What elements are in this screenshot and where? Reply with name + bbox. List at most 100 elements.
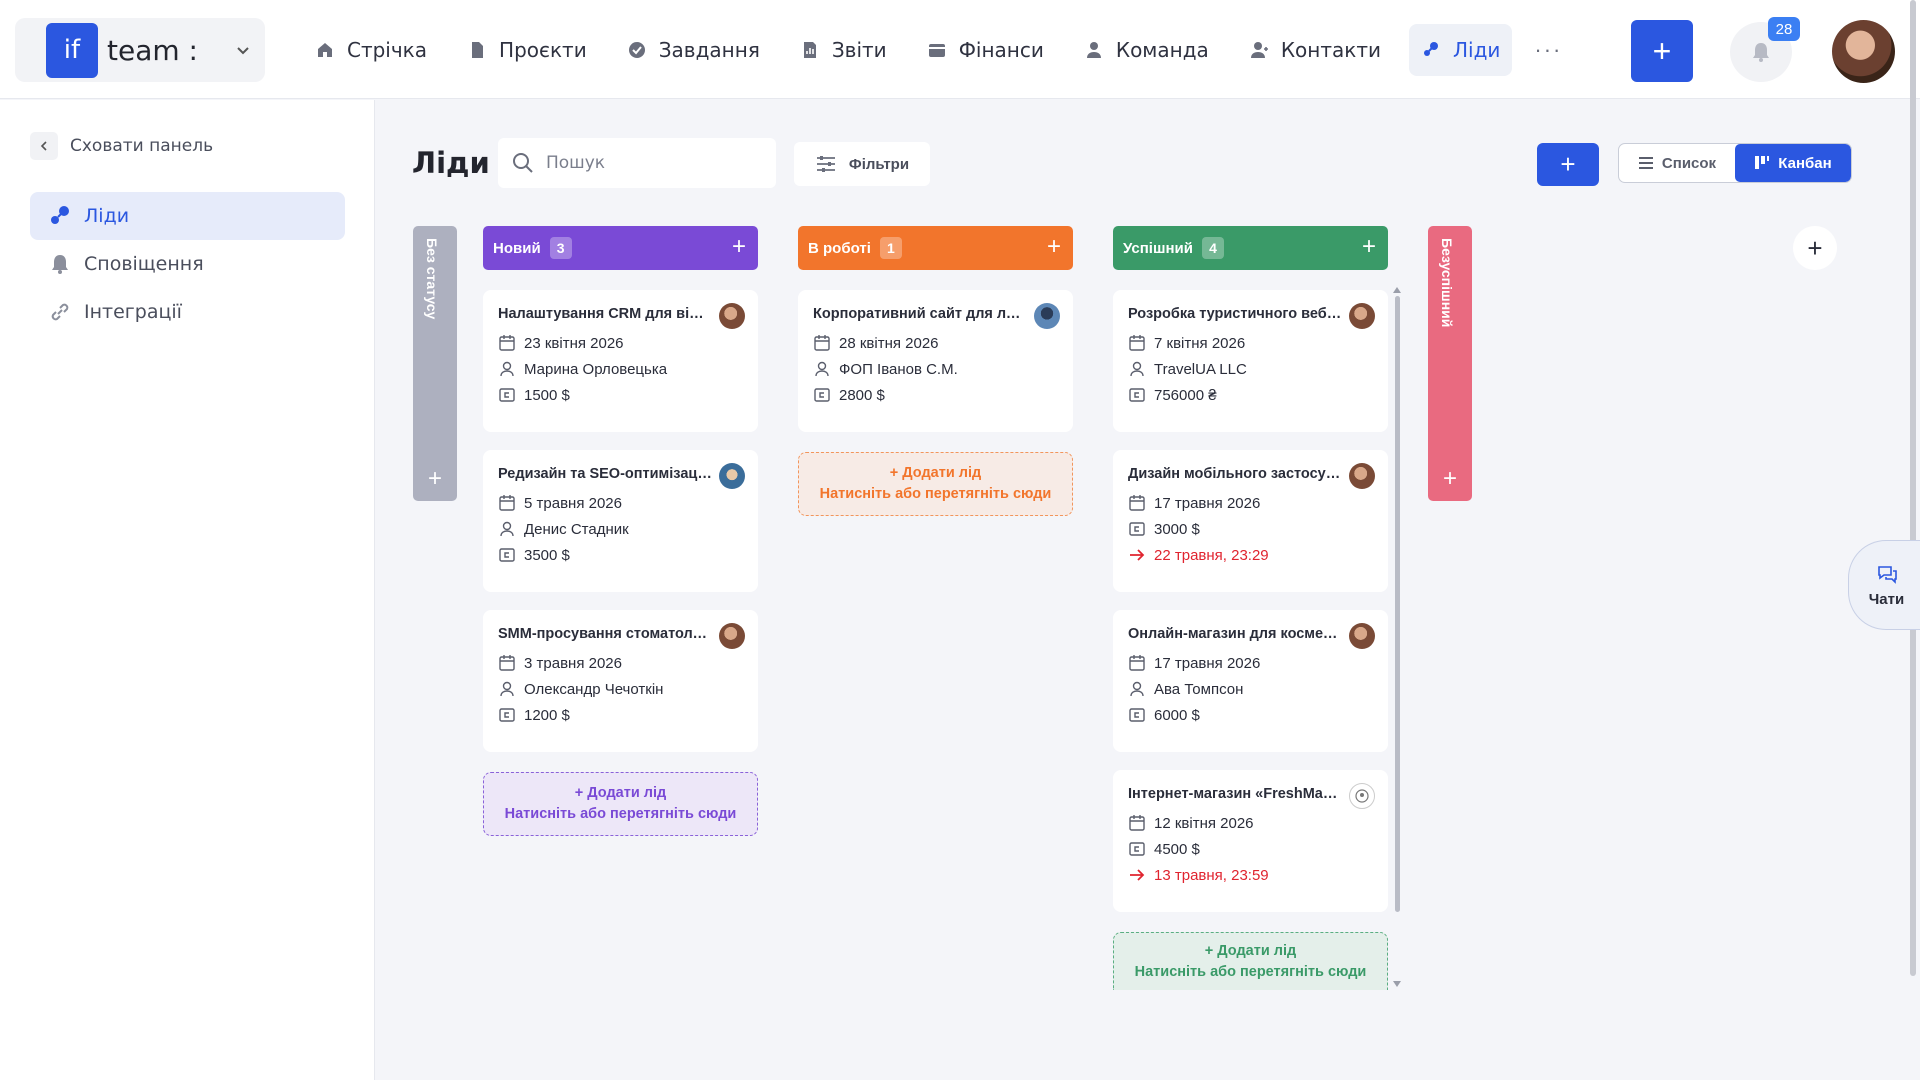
avatar bbox=[719, 303, 745, 329]
calendar-icon bbox=[1129, 495, 1145, 511]
lead-card[interactable]: Дизайн мобільного застосунку 17 травня 2… bbox=[1113, 450, 1388, 592]
add-lead-dropzone[interactable]: + Додати лід Натисніть або перетягніть с… bbox=[1113, 932, 1388, 990]
avatar bbox=[1349, 783, 1375, 809]
lead-amount: 3000 $ bbox=[1128, 520, 1200, 538]
user-icon bbox=[815, 361, 829, 377]
filters-button[interactable]: Фільтри bbox=[794, 142, 930, 186]
nav-item-label: Завдання bbox=[658, 38, 760, 62]
nav-item-projects[interactable]: Проєкти bbox=[455, 24, 599, 76]
bell-icon bbox=[1753, 43, 1769, 62]
lead-amount: 1500 $ bbox=[498, 386, 570, 404]
more-nav-button[interactable]: ··· bbox=[1534, 37, 1562, 63]
wallet-icon bbox=[1129, 522, 1145, 536]
column-scrollbar[interactable] bbox=[1395, 296, 1400, 912]
add-lead-button[interactable]: + bbox=[1428, 465, 1472, 493]
column-label: В роботі bbox=[808, 239, 871, 257]
lead-card[interactable]: Розробка туристичного веб-порталу 7 квіт… bbox=[1113, 290, 1388, 432]
list-view-button[interactable]: Список bbox=[1619, 144, 1735, 182]
add-lead-button[interactable]: + bbox=[1362, 235, 1376, 259]
kanban-view-button[interactable]: Канбан bbox=[1735, 144, 1851, 182]
avatar bbox=[1034, 303, 1060, 329]
wallet-icon bbox=[1129, 388, 1145, 402]
lead-date: 23 квітня 2026 bbox=[498, 334, 624, 352]
sidebar-item-notifications[interactable]: Сповіщення bbox=[30, 240, 345, 288]
nav-item-tasks[interactable]: Завдання bbox=[615, 24, 772, 76]
nav-item-label: Контакти bbox=[1280, 38, 1381, 62]
page-scrollbar[interactable] bbox=[1910, 0, 1916, 976]
lead-card[interactable]: Редизайн та SEO-оптимізація сайту 5 трав… bbox=[483, 450, 758, 592]
sidebar-item-integrations[interactable]: Інтеграції bbox=[30, 288, 345, 336]
lead-contact: Олександр Чечоткін bbox=[498, 680, 663, 698]
lead-title: Корпоративний сайт для логістичної компа… bbox=[813, 306, 1027, 322]
column-header-new: Новий 3 + bbox=[483, 226, 758, 270]
nav-item-reports[interactable]: Звіти bbox=[788, 24, 899, 76]
quick-add-button[interactable]: + bbox=[1631, 20, 1693, 82]
search-box[interactable] bbox=[498, 138, 776, 188]
nav-item-team[interactable]: Команда bbox=[1072, 24, 1221, 76]
sidebar: Сховати панель Ліди Сповіщення Інтеграці… bbox=[0, 100, 375, 1080]
sidebar-item-label: Сповіщення bbox=[84, 253, 204, 275]
add-column-button[interactable]: + bbox=[1793, 226, 1837, 270]
add-lead-button[interactable]: + bbox=[413, 465, 457, 493]
list-icon bbox=[1638, 157, 1653, 169]
lead-contact: Денис Стадник bbox=[498, 520, 629, 538]
nav-item-leads[interactable]: Ліди bbox=[1408, 24, 1513, 76]
avatar[interactable] bbox=[1832, 20, 1895, 83]
nav-item-feed[interactable]: Стрічка bbox=[303, 24, 439, 76]
lead-card[interactable]: Налаштування CRM для відділу продажів 23… bbox=[483, 290, 758, 432]
lead-card[interactable]: SMM-просування стоматологічної клініки 3… bbox=[483, 610, 758, 752]
lead-deadline: 22 травня, 23:29 bbox=[1128, 546, 1269, 564]
add-lead-button[interactable]: + bbox=[1047, 235, 1061, 259]
hide-panel-button[interactable]: Сховати панель bbox=[30, 132, 213, 160]
calendar-icon bbox=[1129, 655, 1145, 671]
kanban-view-label: Канбан bbox=[1778, 154, 1832, 172]
lead-amount: 6000 $ bbox=[1128, 706, 1200, 724]
avatar bbox=[1349, 463, 1375, 489]
nav-item-finance[interactable]: Фінанси bbox=[915, 24, 1056, 76]
lead-card[interactable]: Корпоративний сайт для логістичної компа… bbox=[798, 290, 1073, 432]
lead-title: Редизайн та SEO-оптимізація сайту bbox=[498, 466, 712, 482]
lead-card[interactable]: Онлайн-магазин для косметики 17 травня 2… bbox=[1113, 610, 1388, 752]
contacts-icon bbox=[1250, 42, 1268, 58]
calendar-icon bbox=[499, 655, 515, 671]
add-lead-button[interactable]: + bbox=[1537, 143, 1599, 186]
sidebar-item-label: Інтеграції bbox=[84, 301, 182, 323]
lead-date: 17 травня 2026 bbox=[1128, 654, 1260, 672]
chat-icon bbox=[1877, 565, 1897, 584]
wallet-icon bbox=[499, 388, 515, 402]
nav-item-contacts[interactable]: Контакти bbox=[1237, 24, 1393, 76]
chats-button[interactable]: Чати bbox=[1848, 540, 1920, 630]
add-lead-button[interactable]: + bbox=[732, 235, 746, 259]
lead-contact: TravelUA LLC bbox=[1128, 360, 1247, 378]
column-no-status[interactable]: Без статусу + bbox=[413, 226, 457, 501]
add-lead-dropzone[interactable]: + Додати лід Натисніть або перетягніть с… bbox=[798, 452, 1073, 516]
scroll-up-arrow[interactable] bbox=[1393, 287, 1401, 293]
calendar-icon bbox=[499, 335, 515, 351]
lead-contact: ФОП Іванов С.М. bbox=[813, 360, 958, 378]
column-count: 3 bbox=[549, 237, 572, 259]
report-icon bbox=[803, 42, 816, 58]
lead-amount: 4500 $ bbox=[1128, 840, 1200, 858]
column-failed[interactable]: Безуспішний + bbox=[1428, 226, 1472, 501]
column-label: Без статусу bbox=[424, 238, 440, 320]
top-bar: if team : Стрічка Проєкти Завдання Звіти… bbox=[0, 0, 1920, 99]
avatar bbox=[719, 623, 745, 649]
nav-item-label: Звіти bbox=[831, 38, 887, 62]
lead-date: 17 травня 2026 bbox=[1128, 494, 1260, 512]
check-circle-icon bbox=[628, 42, 645, 58]
calendar-icon bbox=[1129, 335, 1145, 351]
leads-icon bbox=[1423, 42, 1438, 56]
column-header-in-progress: В роботі 1 + bbox=[798, 226, 1073, 270]
lead-card[interactable]: Інтернет-магазин «FreshMarket» 12 квітня… bbox=[1113, 770, 1388, 912]
workspace-switcher[interactable]: if team : bbox=[15, 18, 265, 82]
lead-date: 5 травня 2026 bbox=[498, 494, 622, 512]
add-lead-dropzone[interactable]: + Додати лід Натисніть або перетягніть с… bbox=[483, 772, 758, 836]
lead-amount: 2800 $ bbox=[813, 386, 885, 404]
chevron-left-icon bbox=[30, 132, 58, 160]
scroll-down-arrow[interactable] bbox=[1393, 981, 1401, 987]
sidebar-item-leads[interactable]: Ліди bbox=[30, 192, 345, 240]
column-label: Успішний bbox=[1123, 239, 1193, 257]
column-label: Новий bbox=[493, 239, 541, 257]
search-input[interactable] bbox=[546, 153, 756, 173]
nav-item-label: Команда bbox=[1115, 38, 1209, 62]
